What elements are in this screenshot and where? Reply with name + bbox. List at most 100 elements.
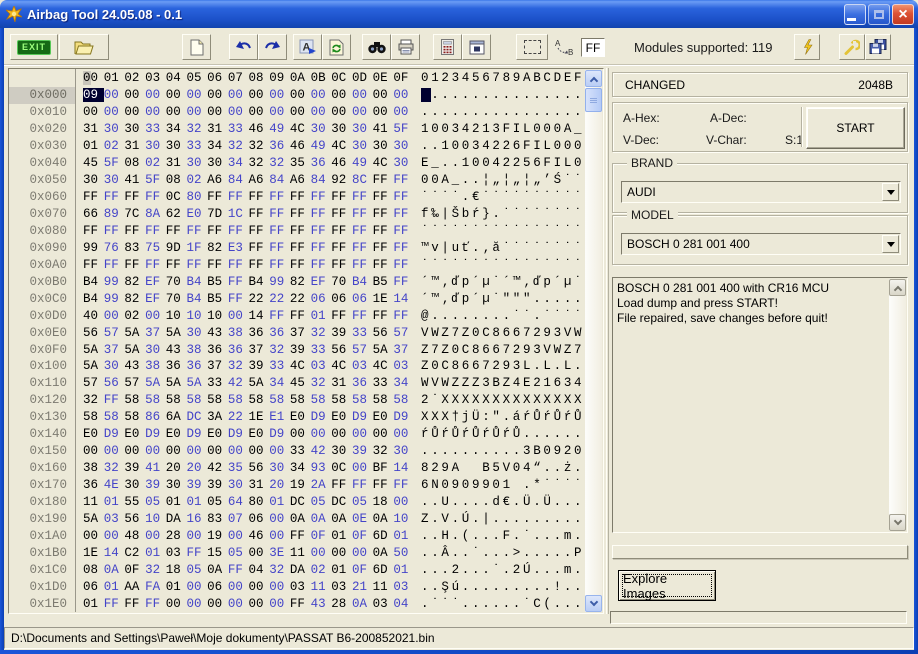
hex-byte[interactable]: 0F	[352, 563, 373, 577]
hex-byte[interactable]: 5A	[145, 376, 166, 390]
hex-byte[interactable]: 4C	[331, 139, 352, 153]
hex-byte[interactable]: 32	[311, 376, 332, 390]
hex-byte[interactable]: 0E	[352, 512, 373, 526]
hex-byte[interactable]: FF	[290, 597, 311, 611]
hex-byte[interactable]: D9	[186, 427, 207, 441]
hex-byte[interactable]: 31	[166, 156, 187, 170]
hex-byte[interactable]: DC	[331, 495, 352, 509]
hex-byte[interactable]: 09	[83, 88, 104, 102]
hex-byte[interactable]: 46	[249, 122, 270, 136]
hex-byte[interactable]: 99	[104, 292, 125, 306]
hex-byte[interactable]: 45	[83, 156, 104, 170]
hex-ascii[interactable]: WVWZZZ3BZ4E21634	[421, 376, 584, 390]
hex-byte[interactable]: 46	[331, 156, 352, 170]
hex-byte[interactable]: FF	[352, 190, 373, 204]
hex-byte[interactable]: 30	[186, 156, 207, 170]
hex-byte[interactable]: 30	[186, 326, 207, 340]
hex-byte[interactable]: 22	[290, 292, 311, 306]
hex-byte[interactable]: 36	[249, 326, 270, 340]
hex-byte[interactable]: 01	[393, 529, 414, 543]
hex-byte[interactable]: 01	[83, 597, 104, 611]
hex-byte[interactable]: 58	[145, 393, 166, 407]
hex-byte[interactable]: 37	[249, 343, 270, 357]
hex-byte[interactable]: 00	[373, 427, 394, 441]
hex-byte[interactable]: 00	[393, 427, 414, 441]
hex-byte[interactable]: 00	[352, 88, 373, 102]
selection-button[interactable]	[516, 34, 548, 60]
hex-byte[interactable]: 4C	[290, 359, 311, 373]
hex-byte[interactable]: 21	[352, 580, 373, 594]
hex-byte[interactable]: 34	[290, 461, 311, 475]
hex-byte[interactable]: 36	[311, 156, 332, 170]
hex-byte[interactable]: 36	[83, 478, 104, 492]
hex-byte[interactable]: DC	[186, 410, 207, 424]
hex-byte[interactable]: 20	[166, 461, 187, 475]
hex-byte[interactable]: 01	[269, 495, 290, 509]
hex-byte[interactable]: 58	[269, 393, 290, 407]
hex-byte[interactable]: 8C	[352, 173, 373, 187]
hex-byte[interactable]: 11	[311, 580, 332, 594]
hex-byte[interactable]: FF	[145, 258, 166, 272]
find-button[interactable]	[362, 34, 391, 60]
hex-byte[interactable]: FA	[145, 580, 166, 594]
hex-byte[interactable]: FF	[207, 190, 228, 204]
hex-byte[interactable]: FF	[331, 241, 352, 255]
hex-byte[interactable]: B4	[352, 275, 373, 289]
hex-byte[interactable]: 40	[83, 309, 104, 323]
hex-byte[interactable]: 05	[311, 495, 332, 509]
hex-byte[interactable]: 4E	[104, 478, 125, 492]
hex-byte[interactable]: 06	[311, 292, 332, 306]
hex-byte[interactable]: 5A	[83, 343, 104, 357]
hex-ascii[interactable]: ..H.(...F.˙...m.	[421, 529, 584, 543]
hex-byte[interactable]: 00	[290, 88, 311, 102]
hex-byte[interactable]: DA	[166, 512, 187, 526]
hex-byte[interactable]: 30	[207, 156, 228, 170]
hex-byte[interactable]: 22	[228, 410, 249, 424]
hex-byte[interactable]: 00	[352, 546, 373, 560]
hex-byte[interactable]: 00	[207, 88, 228, 102]
hex-byte[interactable]: 30	[393, 444, 414, 458]
model-select[interactable]: BOSCH 0 281 001 400	[621, 233, 901, 255]
hex-byte[interactable]: 33	[352, 326, 373, 340]
hex-byte[interactable]: 05	[207, 495, 228, 509]
hex-byte[interactable]: 00	[373, 105, 394, 119]
hex-byte[interactable]: 84	[311, 173, 332, 187]
hex-byte[interactable]: D9	[104, 427, 125, 441]
new-file-button[interactable]	[182, 34, 211, 60]
hex-byte[interactable]: 00	[124, 105, 145, 119]
hex-byte[interactable]: 36	[228, 343, 249, 357]
hex-byte[interactable]: 00	[145, 444, 166, 458]
hex-byte[interactable]: 00	[145, 309, 166, 323]
hex-byte[interactable]: 35	[290, 156, 311, 170]
hex-byte[interactable]: 01	[145, 546, 166, 560]
hex-byte[interactable]: 36	[186, 359, 207, 373]
hex-byte[interactable]: FF	[393, 309, 414, 323]
hex-byte[interactable]: B4	[186, 275, 207, 289]
hex-byte[interactable]: 00	[228, 444, 249, 458]
hex-byte[interactable]: 76	[104, 241, 125, 255]
hex-byte[interactable]: 00	[124, 88, 145, 102]
hex-byte[interactable]: 01	[166, 580, 187, 594]
hex-ascii[interactable]: ˙˙˙˙.€˙˙˙˙˙˙˙˙˙˙	[421, 190, 584, 204]
hex-byte[interactable]: FF	[290, 224, 311, 238]
hex-byte[interactable]: 43	[124, 359, 145, 373]
scroll-down-button[interactable]	[585, 595, 602, 612]
hex-byte[interactable]: 01	[166, 495, 187, 509]
hex-byte[interactable]: 31	[249, 478, 270, 492]
hex-byte[interactable]: 1C	[228, 207, 249, 221]
hex-byte[interactable]: FF	[311, 258, 332, 272]
hex-byte[interactable]: 56	[83, 326, 104, 340]
hex-byte[interactable]: 30	[269, 461, 290, 475]
hex-byte[interactable]: BF	[373, 461, 394, 475]
hex-byte[interactable]: 33	[311, 343, 332, 357]
hex-byte[interactable]: D9	[311, 410, 332, 424]
hex-byte[interactable]: E0	[124, 427, 145, 441]
hex-byte[interactable]: 00	[104, 105, 125, 119]
hex-byte[interactable]: 38	[228, 326, 249, 340]
hex-byte[interactable]: 32	[83, 393, 104, 407]
hex-byte[interactable]: 00	[207, 105, 228, 119]
hex-byte[interactable]: 00	[269, 88, 290, 102]
hex-byte[interactable]: 00	[331, 88, 352, 102]
hex-byte[interactable]: 14	[104, 546, 125, 560]
hex-byte[interactable]: FF	[373, 478, 394, 492]
